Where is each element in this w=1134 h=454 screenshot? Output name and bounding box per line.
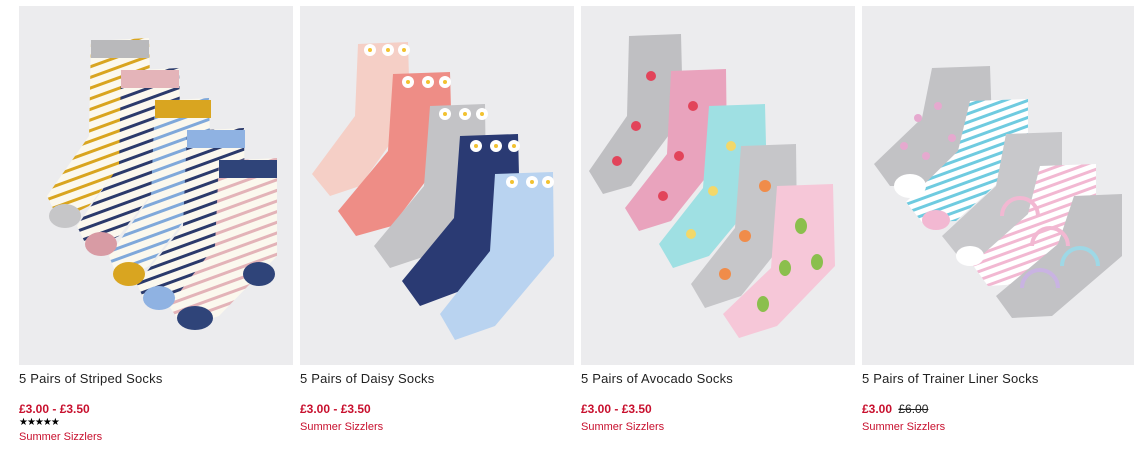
price-value: £3.00 - £3.50 [300,402,371,416]
product-price: £3.00 £6.00 [862,402,1134,416]
promo-link[interactable]: Summer Sizzlers [300,421,574,433]
product-price: £3.00 - £3.50 [300,402,574,416]
product-image-striped-socks[interactable] [19,6,293,365]
price-value: £3.00 - £3.50 [581,402,652,416]
product-card: 5 Pairs of Striped Socks £3.00 - £3.50 ★… [19,6,293,443]
product-price: £3.00 - £3.50 [19,402,293,416]
promo-link[interactable]: Summer Sizzlers [862,421,1134,433]
product-card: 5 Pairs of Avocado Socks £3.00 - £3.50 S… [581,6,855,433]
promo-link[interactable]: Summer Sizzlers [19,431,293,443]
product-card: 5 Pairs of Daisy Socks £3.00 - £3.50 Sum… [300,6,574,433]
product-title[interactable]: 5 Pairs of Daisy Socks [300,371,574,386]
product-title[interactable]: 5 Pairs of Striped Socks [19,371,293,386]
striped-socks-illustration [47,38,277,330]
product-image-trainer-liner-socks[interactable] [862,6,1134,365]
promo-link[interactable]: Summer Sizzlers [581,421,855,433]
price-value: £3.00 - £3.50 [19,402,90,416]
product-price: £3.00 - £3.50 [581,402,855,416]
product-image-avocado-socks[interactable] [581,6,855,365]
avocado-socks-illustration [589,34,835,338]
was-price: £6.00 [898,402,929,416]
product-image-daisy-socks[interactable] [300,6,574,365]
product-grid: 5 Pairs of Striped Socks £3.00 - £3.50 ★… [0,0,1134,454]
daisy-socks-illustration [312,42,554,340]
price-value: £3.00 [862,402,893,416]
star-rating[interactable]: ★★★★★ [19,417,293,429]
trainer-liner-socks-illustration [874,66,1122,318]
product-card: 5 Pairs of Trainer Liner Socks £3.00 £6.… [862,6,1134,433]
product-title[interactable]: 5 Pairs of Avocado Socks [581,371,855,386]
product-title[interactable]: 5 Pairs of Trainer Liner Socks [862,371,1134,386]
